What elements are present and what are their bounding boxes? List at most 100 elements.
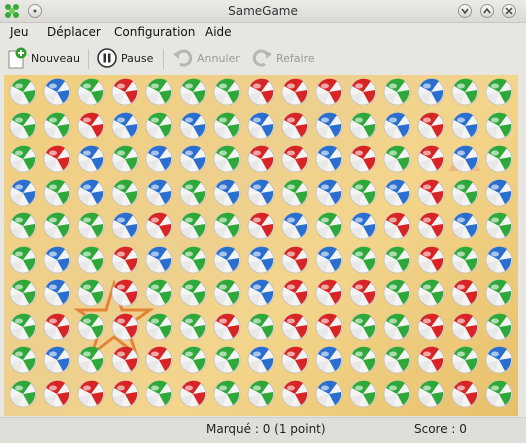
new-game-button[interactable]: Nouveau (6, 47, 80, 69)
ball-green[interactable] (213, 212, 241, 240)
ball-blue[interactable] (451, 112, 479, 140)
ball-red[interactable] (43, 313, 71, 341)
ball-green[interactable] (417, 279, 445, 307)
menu-deplacer[interactable]: Déplacer (47, 25, 101, 39)
ball-green[interactable] (179, 179, 207, 207)
ball-green[interactable] (383, 313, 411, 341)
ball-blue[interactable] (179, 112, 207, 140)
ball-red[interactable] (281, 145, 309, 173)
ball-green[interactable] (111, 145, 139, 173)
ball-green[interactable] (281, 179, 309, 207)
ball-green[interactable] (9, 380, 37, 408)
ball-red[interactable] (417, 246, 445, 274)
ball-green[interactable] (43, 112, 71, 140)
ball-blue[interactable] (451, 145, 479, 173)
ball-green[interactable] (383, 346, 411, 374)
ball-red[interactable] (247, 78, 275, 106)
ball-red[interactable] (77, 112, 105, 140)
ball-red[interactable] (281, 380, 309, 408)
ball-green[interactable] (77, 78, 105, 106)
ball-red[interactable] (145, 346, 173, 374)
ball-green[interactable] (349, 346, 377, 374)
ball-green[interactable] (145, 78, 173, 106)
ball-red[interactable] (111, 78, 139, 106)
ball-red[interactable] (451, 313, 479, 341)
ball-green[interactable] (145, 313, 173, 341)
ball-green[interactable] (77, 246, 105, 274)
ball-green[interactable] (485, 279, 513, 307)
ball-green[interactable] (213, 145, 241, 173)
ball-blue[interactable] (451, 212, 479, 240)
ball-red[interactable] (315, 78, 343, 106)
ball-green[interactable] (9, 145, 37, 173)
ball-green[interactable] (179, 246, 207, 274)
ball-blue[interactable] (485, 179, 513, 207)
ball-green[interactable] (383, 279, 411, 307)
ball-green[interactable] (9, 78, 37, 106)
ball-red[interactable] (145, 212, 173, 240)
ball-blue[interactable] (247, 346, 275, 374)
ball-green[interactable] (485, 145, 513, 173)
ball-red[interactable] (77, 380, 105, 408)
ball-green[interactable] (9, 246, 37, 274)
ball-blue[interactable] (315, 346, 343, 374)
ball-green[interactable] (77, 212, 105, 240)
ball-green[interactable] (9, 212, 37, 240)
ball-green[interactable] (43, 179, 71, 207)
ball-green[interactable] (417, 380, 445, 408)
ball-red[interactable] (349, 279, 377, 307)
ball-red[interactable] (111, 346, 139, 374)
close-button[interactable] (502, 4, 516, 18)
ball-red[interactable] (417, 179, 445, 207)
game-board[interactable] (4, 75, 518, 416)
ball-blue[interactable] (247, 179, 275, 207)
ball-green[interactable] (383, 145, 411, 173)
ball-blue[interactable] (383, 179, 411, 207)
ball-green[interactable] (213, 78, 241, 106)
ball-green[interactable] (179, 346, 207, 374)
ball-green[interactable] (9, 279, 37, 307)
ball-green[interactable] (451, 346, 479, 374)
ball-red[interactable] (281, 346, 309, 374)
ball-red[interactable] (417, 212, 445, 240)
ball-red[interactable] (179, 380, 207, 408)
ball-red[interactable] (111, 380, 139, 408)
ball-green[interactable] (9, 112, 37, 140)
ball-blue[interactable] (213, 179, 241, 207)
ball-red[interactable] (315, 279, 343, 307)
ball-blue[interactable] (77, 145, 105, 173)
ball-green[interactable] (349, 246, 377, 274)
ball-blue[interactable] (43, 246, 71, 274)
undo-button[interactable]: Annuler (172, 47, 240, 69)
ball-blue[interactable] (111, 112, 139, 140)
ball-green[interactable] (485, 112, 513, 140)
ball-blue[interactable] (145, 246, 173, 274)
ball-blue[interactable] (77, 179, 105, 207)
menu-jeu[interactable]: Jeu (10, 25, 29, 39)
ball-blue[interactable] (9, 179, 37, 207)
ball-green[interactable] (247, 313, 275, 341)
ball-green[interactable] (179, 313, 207, 341)
ball-red[interactable] (281, 78, 309, 106)
ball-red[interactable] (383, 212, 411, 240)
ball-green[interactable] (451, 78, 479, 106)
ball-red[interactable] (417, 112, 445, 140)
ball-green[interactable] (485, 212, 513, 240)
ball-blue[interactable] (43, 279, 71, 307)
ball-green[interactable] (9, 346, 37, 374)
ball-blue[interactable] (111, 212, 139, 240)
ball-blue[interactable] (43, 78, 71, 106)
ball-red[interactable] (111, 313, 139, 341)
ball-blue[interactable] (247, 112, 275, 140)
ball-green[interactable] (145, 279, 173, 307)
ball-green[interactable] (9, 313, 37, 341)
ball-green[interactable] (349, 112, 377, 140)
ball-blue[interactable] (145, 145, 173, 173)
ball-blue[interactable] (485, 346, 513, 374)
ball-red[interactable] (281, 246, 309, 274)
ball-blue[interactable] (315, 179, 343, 207)
ball-red[interactable] (451, 380, 479, 408)
ball-green[interactable] (383, 78, 411, 106)
ball-green[interactable] (77, 279, 105, 307)
ball-blue[interactable] (281, 212, 309, 240)
